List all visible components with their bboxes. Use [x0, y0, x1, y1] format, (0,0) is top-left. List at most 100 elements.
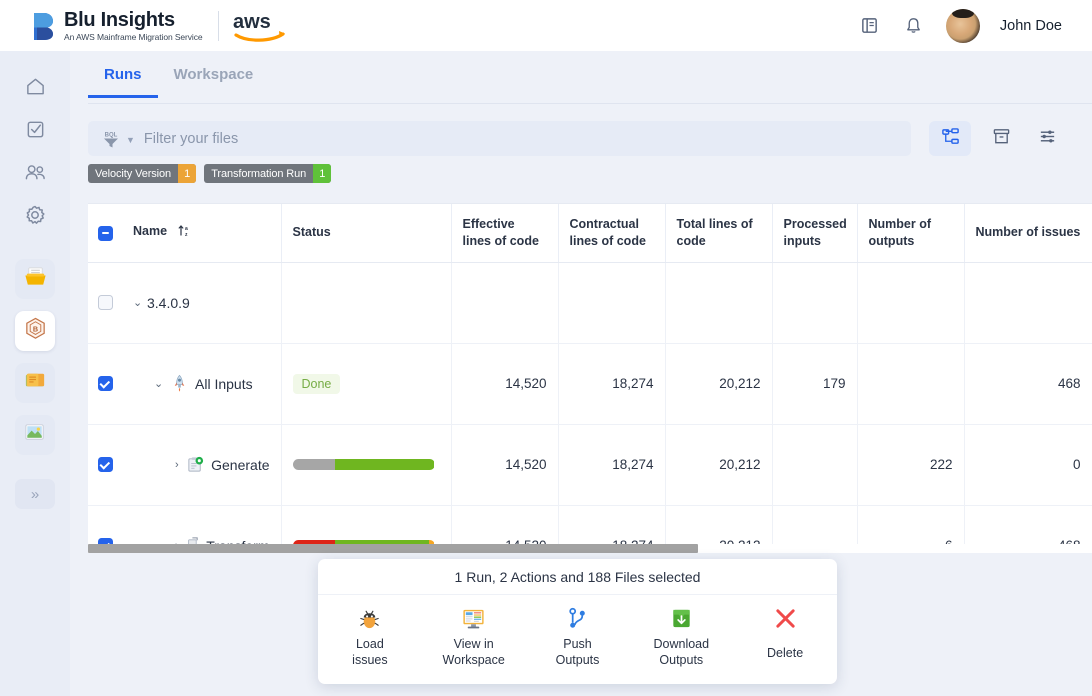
row-number-outputs: 6 [857, 505, 965, 546]
selection-action-panel: 1 Run, 2 Actions and 188 Files selected … [318, 559, 837, 684]
action-label-line2: issues [352, 652, 388, 667]
row-number-issues: 468 [964, 343, 1092, 425]
select-all-checkbox[interactable] [98, 225, 113, 241]
sort-az-icon[interactable]: az [178, 224, 190, 242]
row-name-cell[interactable]: › Generate [122, 424, 282, 506]
sidebar-project-gallery[interactable] [15, 415, 55, 455]
column-header-contractual-loc[interactable]: Contractual lines of code [558, 204, 666, 263]
row-checkbox[interactable] [98, 457, 113, 473]
sidebar-item-home[interactable] [15, 69, 55, 103]
column-header-name[interactable]: Name az [122, 204, 282, 263]
download-outputs-button[interactable]: Download Outputs [629, 605, 733, 668]
column-header-number-outputs[interactable]: Number of outputs [857, 204, 965, 263]
column-header-status[interactable]: Status [281, 204, 452, 263]
generate-icon [186, 455, 205, 474]
row-select-cell [88, 262, 122, 344]
table-header-row: Name az Status Effective lines of code C… [88, 204, 1092, 263]
tab-runs[interactable]: Runs [88, 62, 158, 98]
avatar[interactable] [945, 8, 980, 43]
table-row[interactable]: ⌄ 3.4.0.9 [88, 262, 1092, 344]
sidebar-project-catalog[interactable] [15, 363, 55, 403]
filter-input[interactable]: Filter your files [144, 131, 238, 147]
action-label-line1: View in [453, 637, 494, 651]
sidebar-item-users[interactable] [15, 155, 55, 189]
sidebar-project-velocity[interactable]: B [15, 311, 55, 351]
row-name-cell[interactable]: › Transform [122, 505, 282, 546]
row-processed-inputs: 179 [772, 343, 858, 425]
row-effective-loc: 14,520 [451, 505, 559, 546]
branch-icon [564, 605, 591, 632]
table-row[interactable]: › Transform 14,520 18,274 20,212 6 468 [88, 505, 1092, 546]
select-all-cell [88, 204, 122, 263]
row-name-label: Generate [211, 456, 270, 473]
row-contractual-loc: 18,274 [558, 343, 666, 425]
aws-logo-icon: aws [233, 10, 287, 42]
sidebar-collapse-button[interactable]: » [15, 479, 55, 509]
cards-icon [23, 368, 48, 398]
close-x-icon [772, 605, 799, 632]
workspace-icon [460, 605, 487, 632]
row-effective-loc [451, 262, 559, 344]
column-header-effective-loc[interactable]: Effective lines of code [451, 204, 559, 263]
row-checkbox[interactable] [98, 376, 113, 392]
load-issues-button[interactable]: Load issues [318, 605, 422, 668]
hexagon-icon: B [23, 316, 48, 346]
bell-icon[interactable] [902, 14, 926, 38]
action-buttons: Load issues View in Workspace Push Outpu… [318, 595, 837, 684]
column-header-number-issues[interactable]: Number of issues [964, 204, 1092, 263]
chevron-down-icon[interactable]: ⌄ [133, 296, 147, 309]
chip-count: 1 [178, 164, 197, 183]
row-processed-inputs [772, 262, 858, 344]
delete-button[interactable]: Delete [733, 605, 837, 662]
progress-segment [292, 459, 336, 470]
chevron-right-icon[interactable]: › [175, 459, 184, 471]
tab-workspace[interactable]: Workspace [158, 62, 270, 97]
book-icon[interactable] [858, 14, 882, 38]
filter-bar[interactable]: BQL ▼ Filter your files [88, 121, 911, 156]
row-select-cell [88, 505, 122, 546]
chip-velocity-version[interactable]: Velocity Version 1 [88, 164, 197, 183]
horizontal-scrollbar-thumb[interactable] [88, 544, 698, 553]
chevron-down-icon[interactable]: ⌄ [154, 377, 168, 390]
column-settings-button[interactable] [1026, 121, 1068, 156]
row-name-cell[interactable]: ⌄ 3.4.0.9 [122, 262, 282, 344]
push-outputs-button[interactable]: Push Outputs [526, 605, 630, 668]
row-select-cell [88, 424, 122, 506]
chevron-double-right-icon: » [30, 485, 40, 503]
tab-bar: Runs Workspace [88, 62, 1092, 104]
row-processed-inputs [772, 505, 858, 546]
sidebar-project-files[interactable] [15, 259, 55, 299]
action-label: Delete [767, 646, 803, 662]
svg-text:aws: aws [233, 11, 271, 33]
bql-filter-icon[interactable]: BQL [100, 128, 122, 150]
runs-table: Name az Status Effective lines of code C… [88, 203, 1092, 546]
row-status-cell [281, 505, 452, 546]
table-row[interactable]: ⌄ All Inputs Done 14,520 18,274 20,212 179 468 [88, 343, 1092, 425]
row-name-label: 3.4.0.9 [147, 294, 190, 311]
column-header-total-loc[interactable]: Total lines of code [665, 204, 773, 263]
blu-insights-logo-icon [31, 11, 57, 41]
column-header-processed-inputs[interactable]: Processed inputs [772, 204, 858, 263]
row-select-cell [88, 343, 122, 425]
left-sidebar: B » [0, 51, 70, 696]
svg-text:B: B [32, 324, 37, 333]
tree-view-icon [941, 127, 960, 151]
table-row[interactable]: › Generate 14,520 18,274 20,212 222 0 [88, 424, 1092, 506]
action-label-line2: Workspace [442, 652, 505, 667]
selection-summary: 1 Run, 2 Actions and 188 Files selected [318, 559, 837, 595]
archive-button[interactable] [980, 121, 1022, 156]
user-name[interactable]: John Doe [1000, 18, 1062, 34]
action-label: Load issues [352, 637, 387, 668]
tree-view-button[interactable] [929, 121, 971, 156]
brand-logo[interactable]: Blu Insights An AWS Mainframe Migration … [31, 10, 203, 42]
chip-transformation-run[interactable]: Transformation Run 1 [204, 164, 332, 183]
sidebar-item-settings[interactable] [15, 198, 55, 232]
chevron-down-icon[interactable]: ▼ [126, 135, 135, 145]
row-checkbox[interactable] [98, 295, 113, 311]
row-name-cell[interactable]: ⌄ All Inputs [122, 343, 282, 425]
row-status-cell: Done [281, 343, 452, 425]
view-in-workspace-button[interactable]: View in Workspace [422, 605, 526, 668]
sidebar-item-tasks[interactable] [15, 112, 55, 146]
row-contractual-loc [558, 262, 666, 344]
brand-subtitle: An AWS Mainframe Migration Service [64, 31, 203, 42]
